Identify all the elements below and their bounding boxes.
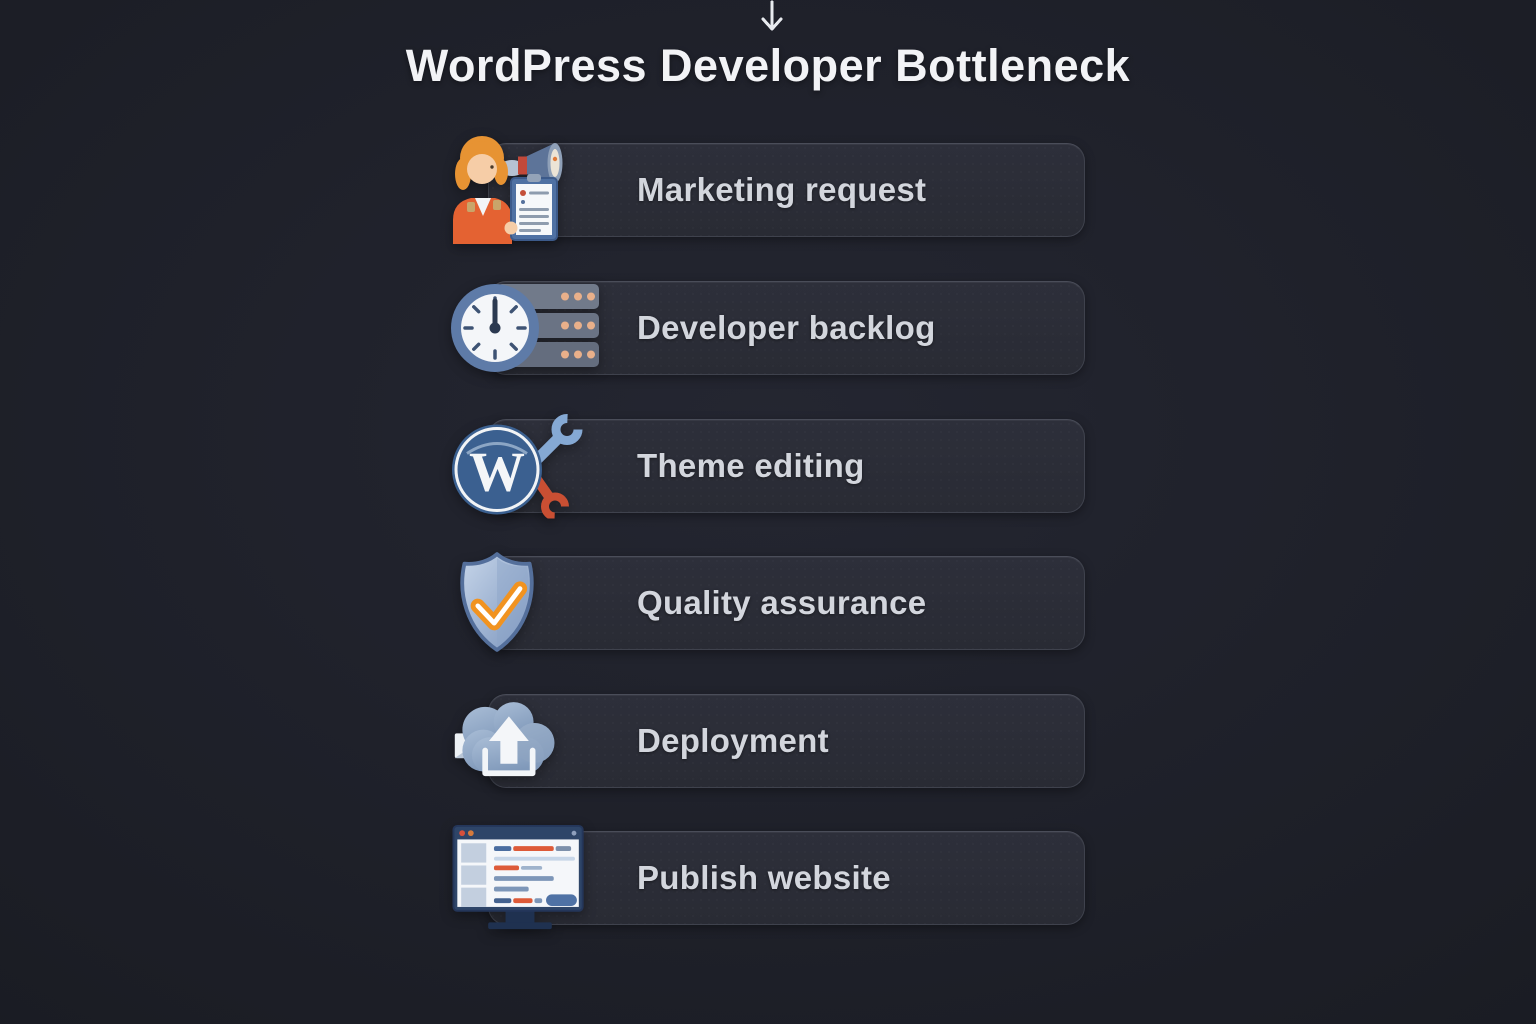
cloud-upload-icon xyxy=(451,697,563,785)
step-label: Marketing request xyxy=(637,144,926,236)
step-label: Publish website xyxy=(637,832,891,924)
browser-window-icon xyxy=(451,824,589,932)
step-marketing-request: Marketing request xyxy=(488,143,1085,237)
wordpress-wrench-icon: W xyxy=(451,414,596,519)
step-label: Theme editing xyxy=(637,420,865,512)
step-label: Developer backlog xyxy=(637,282,936,374)
infographic-canvas: WordPress Developer Bottleneck xyxy=(0,0,1536,1024)
step-publish-website: Publish website xyxy=(488,831,1085,925)
down-arrow-icon xyxy=(759,0,785,34)
step-quality-assurance: Quality assurance xyxy=(488,556,1085,650)
clock-server-icon xyxy=(451,280,601,376)
flowchart: Marketing request xyxy=(488,0,1083,1024)
step-developer-backlog: Developer backlog xyxy=(488,281,1085,375)
svg-text:W: W xyxy=(469,442,525,504)
step-deployment: Deployment xyxy=(488,694,1085,788)
person-megaphone-icon xyxy=(451,136,601,244)
step-label: Deployment xyxy=(637,695,829,787)
shield-check-icon xyxy=(451,550,543,656)
step-theme-editing: W Theme editing xyxy=(488,419,1085,513)
step-label: Quality assurance xyxy=(637,557,926,649)
